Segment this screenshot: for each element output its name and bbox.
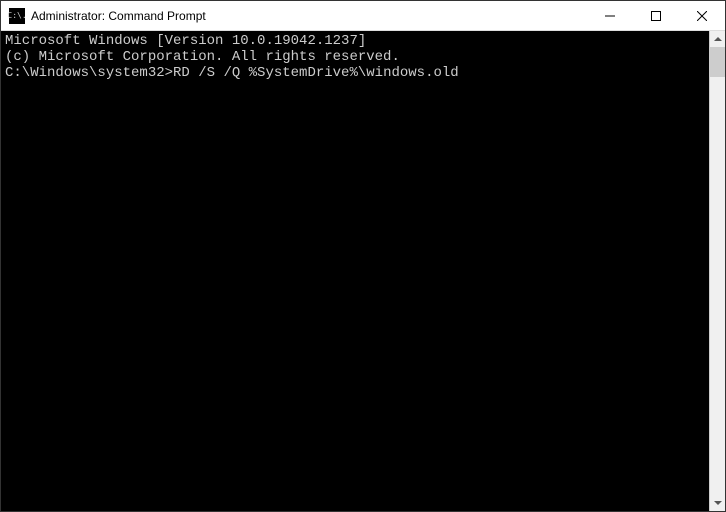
window-titlebar: C:\. Administrator: Command Prompt	[1, 1, 725, 31]
window-controls	[587, 1, 725, 30]
vertical-scrollbar[interactable]	[709, 31, 725, 511]
terminal-command-input[interactable]: RD /S /Q %SystemDrive%\windows.old	[173, 65, 459, 81]
close-button[interactable]	[679, 1, 725, 30]
cmd-icon: C:\.	[9, 8, 25, 24]
window-title: Administrator: Command Prompt	[31, 9, 587, 23]
scrollbar-thumb[interactable]	[710, 47, 725, 77]
terminal-area[interactable]: Microsoft Windows [Version 10.0.19042.12…	[1, 31, 709, 511]
scroll-down-button[interactable]	[710, 495, 725, 511]
terminal-output-line: Microsoft Windows [Version 10.0.19042.12…	[5, 33, 705, 49]
terminal-prompt-line: C:\Windows\system32>RD /S /Q %SystemDriv…	[5, 65, 705, 81]
minimize-icon	[605, 11, 615, 21]
scroll-up-button[interactable]	[710, 31, 725, 47]
terminal-prompt: C:\Windows\system32>	[5, 65, 173, 81]
terminal-output-line: (c) Microsoft Corporation. All rights re…	[5, 49, 705, 65]
terminal-wrapper: Microsoft Windows [Version 10.0.19042.12…	[1, 31, 725, 511]
chevron-down-icon	[714, 501, 722, 505]
close-icon	[697, 11, 707, 21]
minimize-button[interactable]	[587, 1, 633, 30]
chevron-up-icon	[714, 37, 722, 41]
maximize-icon	[651, 11, 661, 21]
maximize-button[interactable]	[633, 1, 679, 30]
